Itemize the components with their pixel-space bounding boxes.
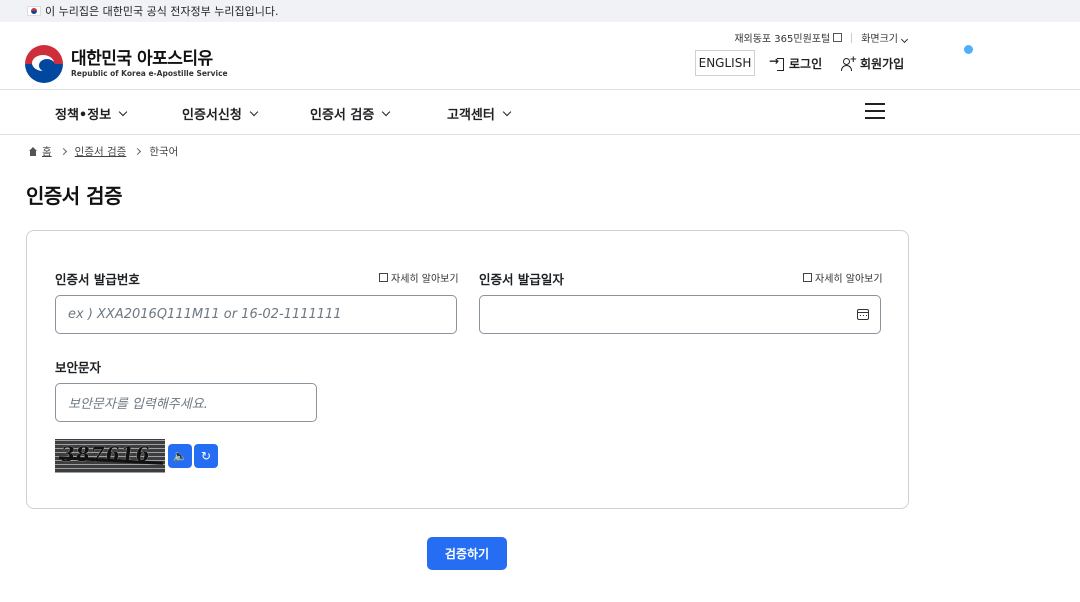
- signup-label: 회원가입: [860, 57, 905, 71]
- font-size-label: 화면크기: [861, 34, 898, 45]
- speaker-icon: 🔈: [172, 449, 188, 463]
- calendar-icon[interactable]: [857, 309, 869, 320]
- nav-item-label: 고객센터: [447, 108, 495, 123]
- signup-button[interactable]: + 회원가입: [841, 55, 904, 72]
- chevron-down-icon: [118, 107, 128, 116]
- divider: [851, 32, 853, 43]
- main-navigation: 정책•정보 인증서신청 인증서 검증 고객센터: [0, 90, 1080, 135]
- security-label: 보안문자: [55, 360, 102, 375]
- user-plus-icon: +: [841, 55, 857, 71]
- more-link-label: 자세히 알아보기: [815, 274, 883, 285]
- home-icon: [28, 147, 38, 156]
- chevron-down-icon: [382, 107, 391, 116]
- taegeuk-logo-icon: [25, 45, 63, 83]
- chevron-down-icon: [900, 35, 909, 44]
- cert-number-more-link[interactable]: 자세히 알아보기: [379, 270, 459, 285]
- verification-form: 인증서 발급번호 자세히 알아보기 ex ) XXA2016Q111M11 or…: [26, 230, 909, 509]
- breadcrumb-current: 한국어: [149, 146, 179, 158]
- nav-item-label: 인증서신청: [182, 108, 242, 123]
- nav-item-support[interactable]: 고객센터: [447, 104, 512, 123]
- issue-date-more-link[interactable]: 자세히 알아보기: [803, 270, 883, 285]
- status-dot: [964, 45, 973, 54]
- overseas-portal-label: 재외동포 365민원포털: [734, 34, 831, 45]
- gov-banner-text: 이 누리집은 대한민국 공식 전자정부 누리집입니다.: [45, 5, 279, 18]
- site-logo[interactable]: 대한민국 아포스티유 Republic of Korea e-Apostille…: [25, 45, 228, 83]
- korea-flag-icon: [27, 6, 41, 16]
- more-link-label: 자세히 알아보기: [391, 274, 459, 285]
- external-link-icon: [379, 273, 388, 282]
- logo-subtitle: Republic of Korea e-Apostille Service: [71, 69, 228, 78]
- login-icon: [769, 54, 784, 71]
- captcha-image: 387616: [55, 439, 165, 473]
- chevron-down-icon: [502, 107, 512, 116]
- nav-item-policy[interactable]: 정책•정보: [55, 104, 128, 123]
- utility-links: 재외동포 365민원포털 화면크기: [734, 30, 909, 45]
- chevron-down-icon: [249, 107, 259, 116]
- cert-number-label: 인증서 발급번호: [55, 272, 140, 287]
- security-code-input[interactable]: 보안문자를 입력해주세요.: [55, 383, 317, 422]
- refresh-icon: ↻: [200, 449, 212, 463]
- captcha-audio-button[interactable]: 🔈: [168, 444, 192, 468]
- nav-item-label: 인증서 검증: [310, 108, 375, 123]
- site-header: 대한민국 아포스티유 Republic of Korea e-Apostille…: [0, 22, 1080, 90]
- login-button[interactable]: 로그인: [769, 54, 823, 72]
- external-link-icon: [803, 273, 812, 282]
- gov-banner: 이 누리집은 대한민국 공식 전자정부 누리집입니다.: [0, 0, 1080, 22]
- chevron-right-icon: [59, 147, 67, 156]
- font-size-dropdown[interactable]: 화면크기: [861, 30, 909, 45]
- breadcrumb-home[interactable]: 홈: [42, 144, 52, 159]
- hamburger-menu-icon[interactable]: [865, 103, 885, 119]
- breadcrumb: 홈 인증서 검증 한국어: [28, 144, 178, 159]
- logo-title: 대한민국 아포스티유: [71, 49, 213, 69]
- page-title: 인증서 검증: [26, 184, 122, 208]
- captcha-refresh-button[interactable]: ↻: [194, 444, 218, 468]
- nav-item-apply[interactable]: 인증서신청: [182, 104, 259, 123]
- language-button[interactable]: ENGLISH: [695, 50, 755, 76]
- nav-item-verify[interactable]: 인증서 검증: [310, 104, 391, 123]
- chevron-right-icon: [134, 147, 142, 156]
- issue-date-label: 인증서 발급일자: [479, 272, 564, 287]
- verify-submit-button[interactable]: 검증하기: [427, 537, 507, 570]
- cert-number-input[interactable]: ex ) XXA2016Q111M11 or 16-02-1111111: [55, 295, 457, 334]
- login-label: 로그인: [789, 57, 823, 71]
- external-link-icon: [833, 33, 843, 42]
- breadcrumb-section[interactable]: 인증서 검증: [75, 144, 127, 159]
- issue-date-input[interactable]: [479, 295, 881, 334]
- nav-item-label: 정책•정보: [55, 108, 112, 123]
- overseas-portal-link[interactable]: 재외동포 365민원포털: [734, 30, 843, 45]
